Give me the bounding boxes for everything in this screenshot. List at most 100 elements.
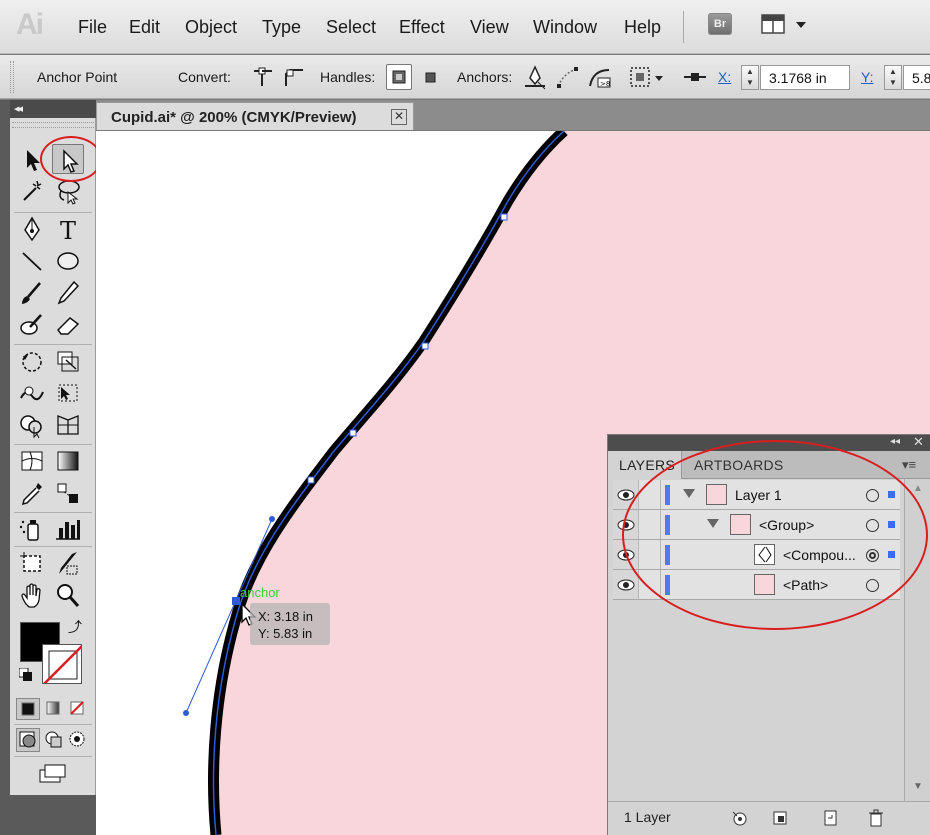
default-fill-stroke-icon[interactable]: [18, 667, 33, 682]
rotate-tool[interactable]: [16, 346, 48, 376]
menu-window[interactable]: Window: [533, 17, 597, 38]
menu-view[interactable]: View: [470, 17, 509, 38]
draw-normal-button[interactable]: [16, 728, 40, 752]
gradient-tool[interactable]: [52, 446, 84, 476]
blend-tool[interactable]: [52, 478, 84, 508]
stroke-swatch[interactable]: [42, 644, 82, 684]
column-graph-tool[interactable]: [52, 514, 84, 544]
free-transform-icon: [58, 384, 78, 402]
handles-label: Handles:: [320, 69, 376, 85]
ellipse-tool[interactable]: [52, 246, 84, 276]
close-document-button[interactable]: ✕: [391, 109, 407, 125]
bridge-button[interactable]: Br: [708, 13, 732, 35]
isolate-object-icon[interactable]: [628, 64, 668, 90]
hide-handles-icon[interactable]: [418, 64, 444, 90]
delete-layer-icon[interactable]: [866, 808, 886, 828]
connect-endpoints-icon[interactable]: [555, 64, 581, 90]
warp-tool[interactable]: [16, 378, 48, 408]
eraser-tool[interactable]: [52, 310, 84, 340]
magnifier-icon: [57, 584, 80, 607]
convert-label: Convert:: [178, 69, 231, 85]
tools-divider: [14, 546, 92, 547]
arrange-documents-icon: [761, 14, 806, 34]
slice-knife-icon: [59, 552, 78, 575]
menu-edit[interactable]: Edit: [129, 17, 160, 38]
artboard-icon: [20, 552, 41, 572]
show-handles-icon[interactable]: [386, 64, 412, 90]
gradient-mode-button[interactable]: [42, 698, 66, 720]
magic-wand-tool[interactable]: [16, 176, 48, 206]
menu-type[interactable]: Type: [262, 17, 301, 38]
mesh-tool[interactable]: [16, 446, 48, 476]
zoom-tool[interactable]: [52, 580, 84, 610]
draw-inside-button[interactable]: [66, 728, 90, 752]
arrange-documents-button[interactable]: [760, 13, 810, 37]
panel-collapse-icon[interactable]: ◂◂: [890, 436, 900, 447]
color-icon: [21, 702, 35, 716]
scale-tool[interactable]: [52, 346, 84, 376]
shape-builder-tool[interactable]: [16, 410, 48, 440]
slice-tool[interactable]: [52, 548, 84, 578]
column-graph-icon: [56, 520, 80, 540]
eyedropper-icon: [21, 483, 42, 506]
tools-panel-collapse[interactable]: ◂◂: [10, 100, 96, 118]
create-sublayer-icon[interactable]: [820, 808, 840, 828]
scroll-down-icon[interactable]: ▼: [913, 781, 923, 792]
eyedropper-tool[interactable]: [16, 478, 48, 508]
control-bar-grip[interactable]: [10, 61, 14, 93]
locate-object-icon[interactable]: [730, 808, 750, 828]
cut-path-icon[interactable]: >8: [587, 64, 613, 90]
menu-help[interactable]: Help: [624, 17, 661, 38]
pencil-tool[interactable]: [52, 278, 84, 308]
draw-behind-button[interactable]: [42, 728, 66, 752]
layer-count: 1 Layer: [624, 809, 671, 825]
rotate-icon: [22, 352, 42, 372]
perspective-grid-tool[interactable]: [52, 410, 84, 440]
screen-mode-icon: [39, 764, 66, 783]
tools-divider: [14, 724, 92, 725]
convert-to-smooth-icon[interactable]: [281, 64, 307, 90]
y-coordinate-field[interactable]: 5.8: [903, 65, 930, 90]
blob-brush-tool[interactable]: [16, 310, 48, 340]
artboard-tool[interactable]: [16, 548, 48, 578]
symbol-sprayer-tool[interactable]: [16, 514, 48, 544]
document-title: Cupid.ai* @ 200% (CMYK/Preview): [111, 109, 357, 126]
menu-effect[interactable]: Effect: [399, 17, 445, 38]
anchors-label: Anchors:: [457, 69, 513, 85]
line-segment-tool[interactable]: [16, 246, 48, 276]
color-mode-button[interactable]: [16, 698, 40, 720]
hand-tool[interactable]: [16, 580, 48, 610]
panel-close-icon[interactable]: ✕: [913, 434, 924, 450]
tooltip-x: X: 3.18 in: [258, 609, 313, 624]
screen-mode-button[interactable]: [36, 762, 70, 786]
none-mode-button[interactable]: [66, 698, 90, 720]
menu-file[interactable]: File: [78, 17, 107, 38]
layers-highlight-annotation: [622, 440, 928, 630]
scroll-up-icon[interactable]: ▲: [913, 483, 923, 494]
x-stepper[interactable]: ▲ ▼: [741, 65, 759, 90]
panel-menu-icon[interactable]: ▾≡: [902, 457, 916, 473]
tools-panel-grip[interactable]: [12, 122, 94, 128]
tools-divider: [14, 444, 92, 445]
y-stepper[interactable]: ▲ ▼: [884, 65, 902, 90]
type-tool[interactable]: T: [52, 214, 84, 245]
scale-icon: [57, 351, 79, 372]
pen-tool[interactable]: [16, 214, 48, 244]
remove-anchor-icon[interactable]: [522, 64, 548, 90]
free-transform-tool[interactable]: [52, 378, 84, 408]
mesh-icon: [21, 451, 43, 471]
selected-anchor-point: [232, 597, 240, 605]
menu-object[interactable]: Object: [185, 17, 237, 38]
menu-select[interactable]: Select: [326, 17, 376, 38]
convert-to-corner-icon[interactable]: [250, 64, 276, 90]
paintbrush-tool[interactable]: [16, 278, 48, 308]
x-coordinate-label: X:: [718, 69, 732, 85]
make-clipping-mask-icon[interactable]: [770, 808, 790, 828]
x-coordinate-field[interactable]: 3.1768 in: [760, 65, 850, 90]
smart-guide-anchor-label: anchor: [240, 585, 280, 600]
document-tab[interactable]: Cupid.ai* @ 200% (CMYK/Preview) ✕: [96, 102, 414, 130]
swap-fill-stroke-icon[interactable]: ⤴: [68, 620, 84, 636]
type-t-icon: T: [60, 217, 76, 245]
align-anchor-icon[interactable]: [682, 64, 708, 90]
shape-builder-icon: [20, 415, 42, 439]
